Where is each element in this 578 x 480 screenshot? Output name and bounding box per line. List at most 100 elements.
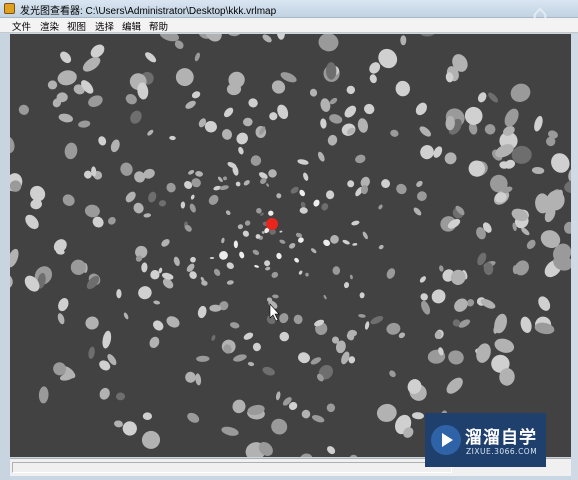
light-sample-point <box>381 179 391 189</box>
light-sample-point <box>25 214 39 230</box>
light-sample-point <box>439 265 444 272</box>
light-sample-point <box>143 213 152 218</box>
light-cache-viewer-window: 发光图查看器: C:\Users\Administrator\Desktop\k… <box>0 0 578 480</box>
title-bar[interactable]: 发光图查看器: C:\Users\Administrator\Desktop\k… <box>0 0 578 30</box>
light-sample-point <box>262 366 275 376</box>
light-sample-point <box>190 256 196 263</box>
light-sample-point <box>116 289 122 299</box>
light-sample-point <box>398 332 406 339</box>
light-sample-point <box>301 409 311 419</box>
light-sample-point <box>412 412 424 420</box>
menu-help[interactable]: 帮助 <box>148 19 169 33</box>
app-icon[interactable] <box>4 3 15 14</box>
light-sample-point <box>416 180 423 187</box>
light-sample-point <box>138 286 152 300</box>
light-sample-point <box>298 270 303 275</box>
light-sample-point <box>446 377 463 394</box>
window-right-edge <box>571 34 578 480</box>
light-sample-point <box>229 322 240 329</box>
light-sample-point <box>329 114 343 124</box>
light-sample-point <box>232 399 246 414</box>
light-sample-point <box>419 34 436 37</box>
light-sample-point <box>196 355 210 362</box>
light-sample-point <box>250 155 262 166</box>
light-sample-point <box>298 352 310 364</box>
light-sample-point <box>153 320 164 331</box>
light-sample-point <box>213 268 221 277</box>
light-sample-point <box>389 370 396 378</box>
light-sample-point <box>85 316 99 330</box>
light-sample-point <box>219 185 229 191</box>
light-sample-point <box>78 120 91 128</box>
menu-select[interactable]: 选择 <box>94 19 115 33</box>
light-sample-point <box>158 200 167 207</box>
light-sample-point <box>323 239 331 247</box>
light-sample-point <box>211 334 216 341</box>
window-left-edge <box>0 34 10 480</box>
light-sample-point <box>357 118 368 133</box>
light-sample-point <box>313 199 320 207</box>
light-sample-point <box>488 92 499 103</box>
light-sample-point <box>534 115 543 132</box>
light-sample-point <box>520 316 532 333</box>
menu-file[interactable]: 文件 <box>11 19 32 33</box>
play-logo-icon <box>431 425 461 455</box>
light-sample-point <box>464 106 483 125</box>
light-sample-point <box>264 260 271 267</box>
light-sample-point <box>400 35 407 46</box>
3d-viewport[interactable] <box>10 34 571 457</box>
light-sample-point <box>421 300 431 315</box>
window-title: 发光图查看器: C:\Users\Administrator\Desktop\k… <box>20 6 277 17</box>
light-sample-point <box>510 83 531 102</box>
light-sample-point <box>265 266 271 271</box>
light-sample-point <box>305 272 309 277</box>
light-sample-point <box>448 350 464 365</box>
light-sample-point <box>30 185 46 202</box>
light-sample-point <box>255 234 261 239</box>
light-sample-point <box>269 112 278 121</box>
light-sample-point <box>221 426 239 436</box>
light-cache-point-cloud[interactable] <box>10 34 571 457</box>
light-sample-point <box>98 136 107 146</box>
light-sample-point <box>221 129 233 140</box>
light-sample-point <box>343 282 350 289</box>
light-sample-point <box>247 361 255 367</box>
light-sample-point <box>342 239 350 245</box>
light-sample-point <box>279 239 286 244</box>
light-sample-point <box>551 153 570 173</box>
light-sample-point <box>194 52 200 62</box>
light-sample-point <box>153 300 161 305</box>
light-sample-point <box>209 256 215 260</box>
light-sample-point <box>58 298 69 312</box>
menu-render[interactable]: 渲染 <box>39 19 60 33</box>
light-sample-point <box>141 262 148 273</box>
light-sample-point <box>268 169 277 178</box>
light-sample-point <box>431 289 446 304</box>
light-sample-point <box>195 171 203 177</box>
light-sample-point <box>279 331 290 342</box>
selected-sample-marker[interactable] <box>266 218 278 230</box>
light-sample-point <box>349 454 358 457</box>
light-sample-point <box>297 159 309 165</box>
light-sample-point <box>420 293 428 301</box>
light-sample-point <box>169 135 176 141</box>
light-sample-point <box>494 338 515 353</box>
light-sample-point <box>299 189 306 197</box>
light-sample-point <box>395 80 411 97</box>
light-sample-point <box>88 95 103 108</box>
light-sample-point <box>57 313 65 325</box>
light-sample-point <box>275 391 281 401</box>
light-sample-point <box>233 240 239 249</box>
light-sample-point <box>386 268 396 279</box>
light-sample-point <box>166 182 176 193</box>
light-sample-point <box>150 270 160 280</box>
light-sample-point <box>175 68 194 87</box>
menu-edit[interactable]: 编辑 <box>121 19 142 33</box>
light-sample-point <box>318 34 339 52</box>
light-sample-point <box>147 129 154 136</box>
menu-view[interactable]: 视图 <box>66 19 87 33</box>
light-sample-point <box>70 259 87 275</box>
light-sample-point <box>47 80 58 90</box>
light-sample-point <box>187 412 200 423</box>
light-sample-point <box>358 314 366 318</box>
